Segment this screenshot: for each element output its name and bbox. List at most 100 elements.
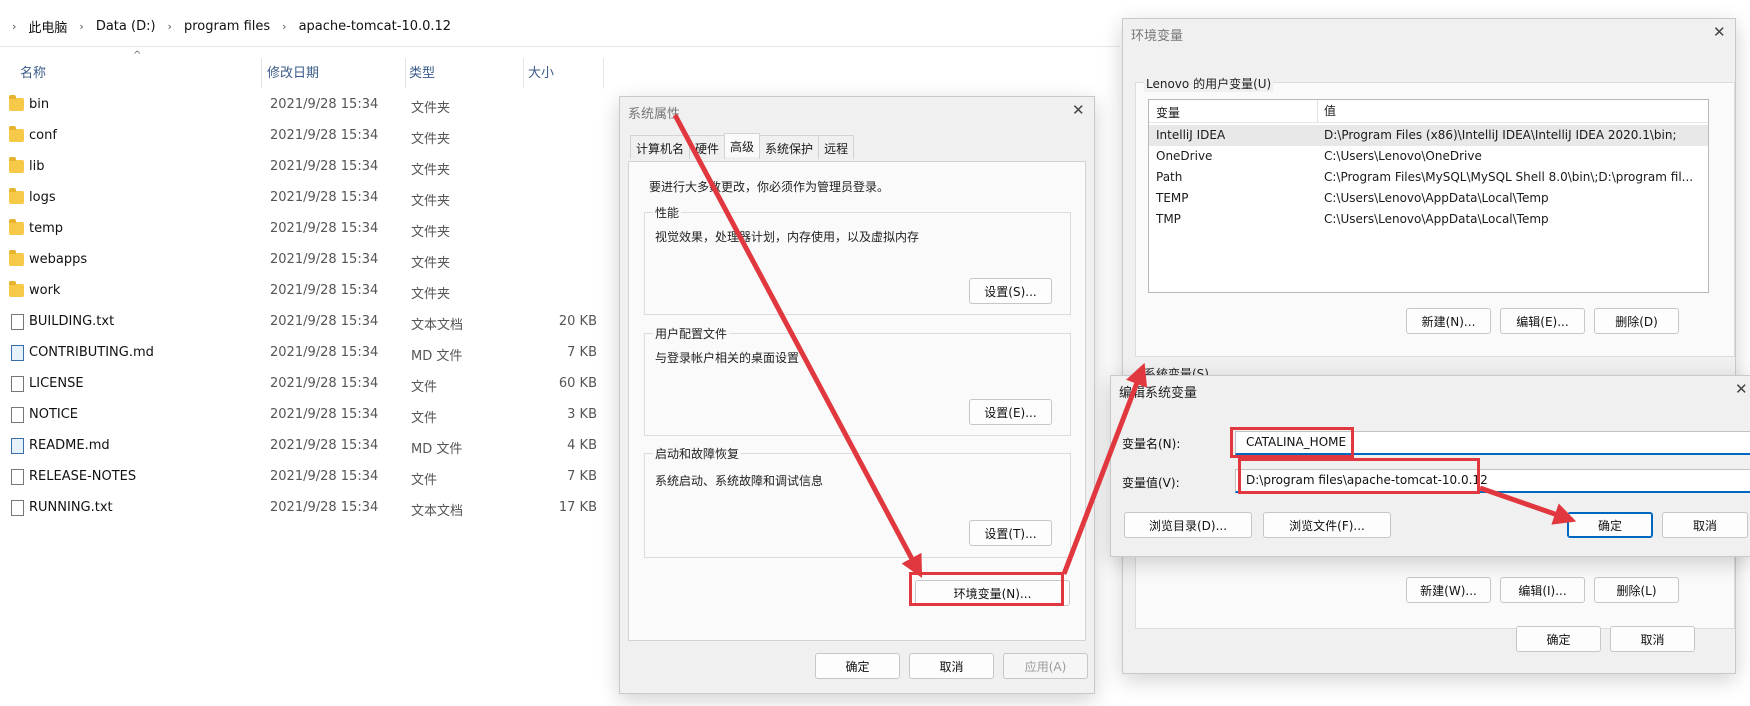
file-icon xyxy=(11,407,24,423)
user-profiles-desc: 与登录帐户相关的桌面设置 xyxy=(655,351,800,365)
breadcrumb-tomcat[interactable]: apache-tomcat-10.0.12 xyxy=(299,19,452,34)
user-edit-button[interactable]: 编辑(E)... xyxy=(1500,308,1585,334)
cancel-button[interactable]: 取消 xyxy=(1662,512,1748,538)
file-type: 文件 xyxy=(411,473,438,488)
user-profiles-settings-button[interactable]: 设置(E)... xyxy=(969,399,1052,425)
breadcrumb-program-files[interactable]: program files xyxy=(184,19,270,34)
file-row[interactable]: README.md 2021/9/28 15:34 MD 文件 4 KB xyxy=(0,433,620,461)
file-name: bin xyxy=(29,97,50,112)
file-row[interactable]: CONTRIBUTING.md 2021/9/28 15:34 MD 文件 7 KB xyxy=(0,340,620,368)
browse-directory-button[interactable]: 浏览目录(D)... xyxy=(1124,512,1252,538)
column-header-value[interactable]: 值 xyxy=(1317,100,1336,122)
ok-button[interactable]: 确定 xyxy=(1516,626,1601,652)
file-row[interactable]: lib 2021/9/28 15:34 文件夹 xyxy=(0,154,620,182)
variable-value-cell: C:\Program Files\MySQL\MySQL Shell 8.0\b… xyxy=(1324,170,1694,184)
file-size: 20 KB xyxy=(558,314,597,329)
file-date: 2021/9/28 15:34 xyxy=(270,128,379,143)
file-name: BUILDING.txt xyxy=(29,314,115,329)
startup-settings-button[interactable]: 设置(T)... xyxy=(969,520,1052,546)
cancel-button[interactable]: 取消 xyxy=(909,653,994,679)
tab-hardware[interactable]: 硬件 xyxy=(689,135,726,159)
file-row[interactable]: temp 2021/9/28 15:34 文件夹 xyxy=(0,216,620,244)
advanced-tab-panel: 要进行大多数更改，你必须作为管理员登录。 性能 视觉效果，处理器计划，内存使用，… xyxy=(628,161,1086,641)
column-header-variable[interactable]: 变量 xyxy=(1156,104,1180,121)
file-name: NOTICE xyxy=(29,407,79,422)
file-name: RELEASE-NOTES xyxy=(29,469,137,484)
apply-button[interactable]: 应用(A) xyxy=(1003,653,1088,679)
user-new-button[interactable]: 新建(N)... xyxy=(1406,308,1491,334)
ok-button[interactable]: 确定 xyxy=(815,653,900,679)
file-row[interactable]: work 2021/9/28 15:34 文件夹 xyxy=(0,278,620,306)
close-icon[interactable]: ✕ xyxy=(1713,23,1726,41)
file-row[interactable]: BUILDING.txt 2021/9/28 15:34 文本文档 20 KB xyxy=(0,309,620,337)
file-row[interactable]: RUNNING.txt 2021/9/28 15:34 文本文档 17 KB xyxy=(0,495,620,523)
cancel-button[interactable]: 取消 xyxy=(1610,626,1695,652)
chevron-right-icon[interactable]: › xyxy=(168,20,172,33)
file-row[interactable]: conf 2021/9/28 15:34 文件夹 xyxy=(0,123,620,151)
browse-file-button[interactable]: 浏览文件(F)... xyxy=(1263,512,1391,538)
variable-value-cell: C:\Users\Lenovo\OneDrive xyxy=(1324,149,1482,163)
table-row[interactable]: TEMP C:\Users\Lenovo\AppData\Local\Temp xyxy=(1149,188,1708,209)
file-size: 7 KB xyxy=(567,469,597,484)
variable-name-label: 变量名(N): xyxy=(1122,437,1181,451)
chevron-right-icon[interactable]: › xyxy=(79,20,83,33)
file-type: 文件 xyxy=(411,380,438,395)
file-date: 2021/9/28 15:34 xyxy=(270,500,379,515)
file-row[interactable]: bin 2021/9/28 15:34 文件夹 xyxy=(0,92,620,120)
column-divider[interactable] xyxy=(603,58,604,88)
tab-remote[interactable]: 远程 xyxy=(818,135,855,159)
file-row[interactable]: logs 2021/9/28 15:34 文件夹 xyxy=(0,185,620,213)
md-file-icon xyxy=(11,438,24,454)
column-header-name[interactable]: 名称 xyxy=(0,62,46,81)
tab-bar: 计算机名 硬件 高级 系统保护 远程 xyxy=(630,133,855,159)
close-icon[interactable]: ✕ xyxy=(1072,101,1085,119)
breadcrumb-drive-d[interactable]: Data (D:) xyxy=(96,19,156,34)
tab-system-protection[interactable]: 系统保护 xyxy=(759,135,820,159)
table-row[interactable]: Path C:\Program Files\MySQL\MySQL Shell 8… xyxy=(1149,167,1708,188)
file-type: 文件夹 xyxy=(411,287,451,302)
md-file-icon xyxy=(11,345,24,361)
file-list-header: 名称 修改日期 类型 大小 xyxy=(0,58,620,88)
startup-recovery-desc: 系统启动、系统故障和调试信息 xyxy=(655,474,824,488)
file-icon xyxy=(11,376,24,392)
close-icon[interactable]: ✕ xyxy=(1735,380,1748,398)
tab-advanced[interactable]: 高级 xyxy=(724,133,761,157)
table-header: 变量 值 xyxy=(1149,100,1708,123)
column-header-date[interactable]: 修改日期 xyxy=(247,62,319,81)
breadcrumb: › 此电脑 › Data (D:) › program files › apac… xyxy=(0,6,1120,47)
chevron-right-icon[interactable]: › xyxy=(282,20,286,33)
user-delete-button[interactable]: 删除(D) xyxy=(1594,308,1679,334)
file-date: 2021/9/28 15:34 xyxy=(270,438,379,453)
system-delete-button[interactable]: 删除(L) xyxy=(1594,577,1679,603)
file-row[interactable]: NOTICE 2021/9/28 15:34 文件 3 KB xyxy=(0,402,620,430)
table-row[interactable]: TMP C:\Users\Lenovo\AppData\Local\Temp xyxy=(1149,209,1708,230)
file-type: MD 文件 xyxy=(411,349,463,364)
performance-settings-button[interactable]: 设置(S)... xyxy=(969,278,1052,304)
table-row[interactable]: IntelliJ IDEA D:\Program Files (x86)\Inte… xyxy=(1149,125,1708,146)
file-type: 文件夹 xyxy=(411,225,451,240)
file-type: MD 文件 xyxy=(411,442,463,457)
file-name: webapps xyxy=(29,252,88,267)
chevron-right-icon[interactable]: › xyxy=(12,20,16,33)
file-row[interactable]: LICENSE 2021/9/28 15:34 文件 60 KB xyxy=(0,371,620,399)
file-date: 2021/9/28 15:34 xyxy=(270,252,379,267)
table-row[interactable]: OneDrive C:\Users\Lenovo\OneDrive xyxy=(1149,146,1708,167)
file-size: 4 KB xyxy=(567,438,597,453)
variable-value-cell: C:\Users\Lenovo\AppData\Local\Temp xyxy=(1324,212,1549,226)
startup-recovery-label: 启动和故障恢复 xyxy=(653,445,742,462)
file-row[interactable]: RELEASE-NOTES 2021/9/28 15:34 文件 7 KB xyxy=(0,464,620,492)
system-new-button[interactable]: 新建(W)... xyxy=(1406,577,1491,603)
system-edit-button[interactable]: 编辑(I)... xyxy=(1500,577,1585,603)
file-name: RUNNING.txt xyxy=(29,500,113,515)
column-header-size[interactable]: 大小 xyxy=(508,62,554,81)
column-header-type[interactable]: 类型 xyxy=(389,62,435,81)
breadcrumb-this-pc[interactable]: 此电脑 xyxy=(28,17,67,36)
dialog-title: 环境变量 xyxy=(1131,29,1184,44)
highlight-env-button xyxy=(909,572,1064,606)
tab-computer-name[interactable]: 计算机名 xyxy=(630,135,691,159)
file-row[interactable]: webapps 2021/9/28 15:34 文件夹 xyxy=(0,247,620,275)
file-size: 17 KB xyxy=(558,500,597,515)
ok-button[interactable]: 确定 xyxy=(1567,512,1653,538)
variable-name-cell: Path xyxy=(1156,170,1183,184)
file-type: 文件夹 xyxy=(411,132,451,147)
